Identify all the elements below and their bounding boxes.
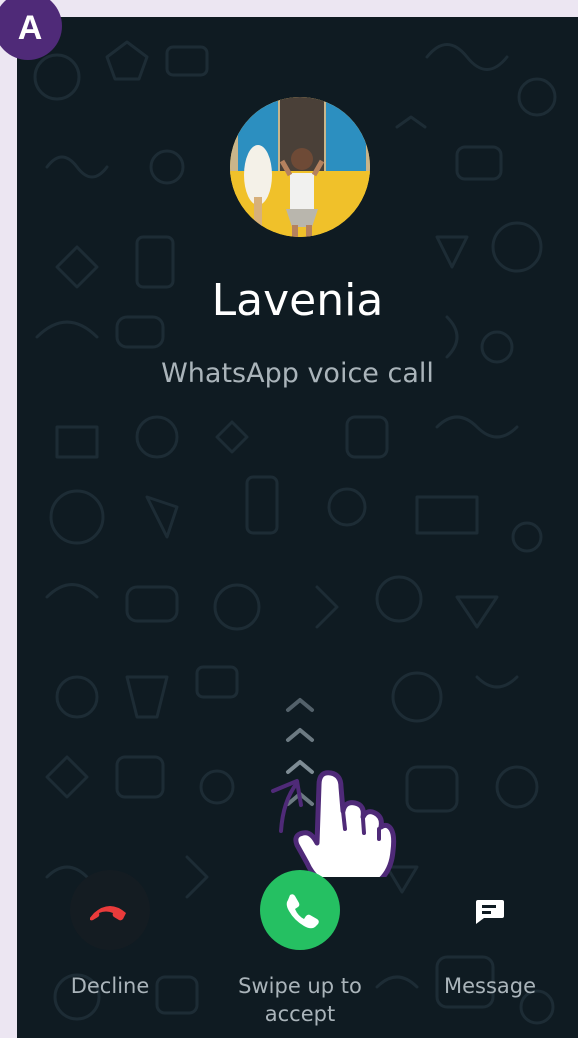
phone-icon <box>286 894 319 929</box>
caller-avatar <box>230 97 370 237</box>
caller-name: Lavenia <box>211 275 384 326</box>
message-label: Message <box>443 974 537 998</box>
avatar-photo <box>230 97 370 237</box>
decline-button[interactable] <box>70 870 150 950</box>
call-type-label: WhatsApp voice call <box>161 358 434 389</box>
incoming-call-screen: Lavenia WhatsApp voice call Decline Swip… <box>17 17 578 1038</box>
accept-label-line2: accept <box>264 1002 336 1026</box>
accept-label-line1: Swipe up to <box>238 974 362 998</box>
accept-label: Swipe up to accept <box>210 972 390 1028</box>
swipe-gesture-hand-icon <box>271 770 397 877</box>
message-icon <box>476 900 504 924</box>
phone-hangup-icon <box>90 906 126 921</box>
decline-label: Decline <box>70 974 150 998</box>
message-button[interactable] <box>450 870 530 950</box>
accept-call-button[interactable] <box>260 870 340 950</box>
